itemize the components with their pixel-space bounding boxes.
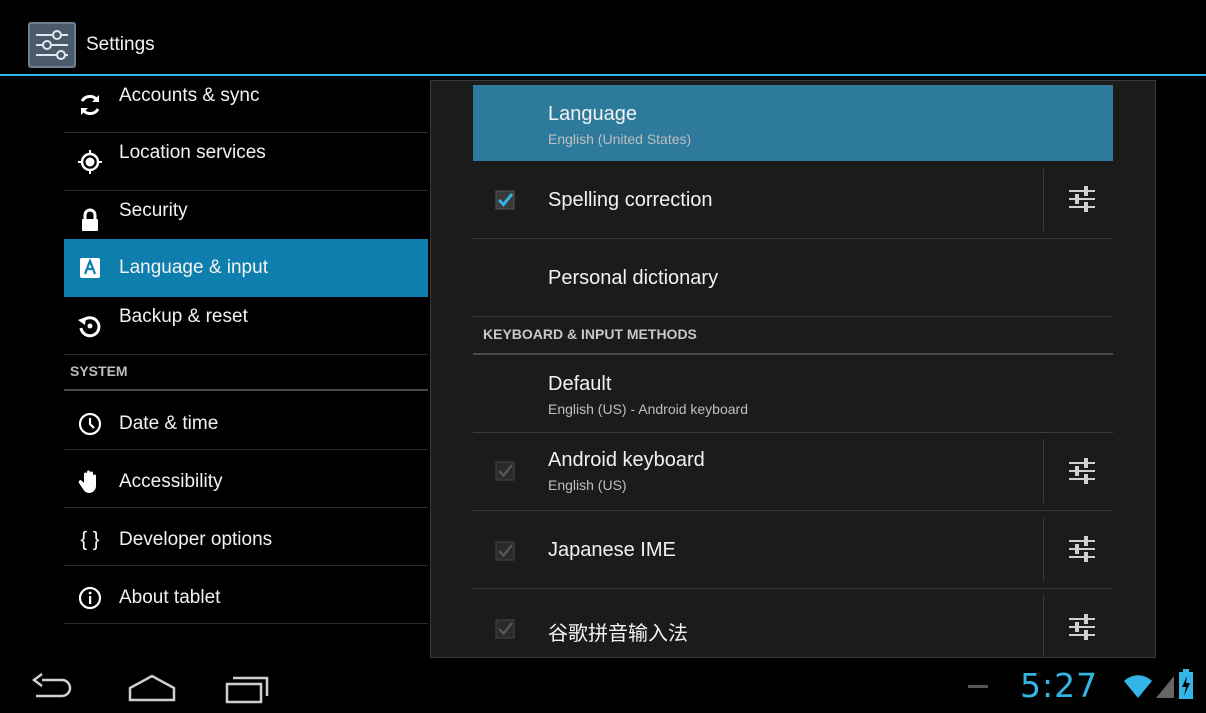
sidebar-item-accounts-sync[interactable]: Accounts & sync [64,76,428,133]
spelling-correction-preference[interactable]: Spelling correction [473,161,1113,239]
language-icon [76,239,104,297]
default-subtitle: English (US) - Android keyboard [548,401,748,417]
sidebar-item-label: About tablet [119,587,221,608]
sidebar-item-backup-reset[interactable]: Backup & reset [64,297,428,355]
language-preference[interactable]: Language English (United States) [473,85,1113,161]
default-keyboard-preference[interactable]: Default English (US) - Android keyboard [473,355,1113,433]
notification-dash [968,685,988,688]
section-header-system: SYSTEM [64,355,428,391]
back-button-icon[interactable] [22,670,82,706]
android-keyboard-subtitle: English (US) [548,477,627,493]
language-title: Language [548,103,637,125]
android-keyboard-preference[interactable]: Android keyboard English (US) [473,433,1113,511]
vertical-divider [1043,439,1044,503]
pinyin-ime-settings-icon[interactable] [1066,613,1098,641]
personal-dictionary-preference[interactable]: Personal dictionary [473,239,1113,317]
japanese-ime-title: Japanese IME [548,539,676,561]
sidebar-item-label: Developer options [119,529,273,550]
default-title: Default [548,373,612,395]
hand-icon [76,450,104,514]
spelling-correction-title: Spelling correction [548,189,713,211]
sidebar-item-developer-options[interactable]: { } Developer options [64,508,428,566]
spelling-correction-checkbox[interactable] [495,190,515,210]
clock-icon [76,391,104,457]
sidebar-item-label: Backup & reset [119,306,248,327]
sidebar-item-accessibility[interactable]: Accessibility [64,450,428,508]
sidebar-item-label: Date & time [119,413,219,434]
sidebar-item-date-time[interactable]: Date & time [64,391,428,450]
spelling-settings-icon[interactable] [1066,185,1098,213]
language-input-pane: Language English (United States) Spellin… [430,80,1156,658]
battery-charging-icon [1179,669,1193,699]
japanese-ime-preference[interactable]: Japanese IME [473,511,1113,589]
sidebar-item-label: Location services [119,142,266,163]
home-button-icon[interactable] [122,670,182,706]
recent-apps-button-icon[interactable] [215,670,275,706]
sidebar-item-label: Accounts & sync [119,85,260,106]
info-icon [76,566,104,630]
section-header-keyboard: KEYBOARD & INPUT METHODS [473,313,1113,355]
sidebar-item-label: Language & input [119,257,268,278]
japanese-ime-settings-icon[interactable] [1066,535,1098,563]
sidebar-item-label: Accessibility [119,471,223,492]
wifi-icon [1124,675,1152,698]
signal-icon [1156,676,1174,698]
braces-icon: { } [80,528,100,551]
location-icon [76,133,104,191]
vertical-divider [1043,595,1044,657]
pinyin-ime-checkbox[interactable] [495,619,515,639]
system-bar: 5:27 [0,660,1206,713]
sidebar-item-about-tablet[interactable]: About tablet [64,566,428,624]
vertical-divider [1043,169,1044,231]
android-keyboard-settings-icon[interactable] [1066,457,1098,485]
settings-headers-list: Accounts & sync Location services Securi… [64,76,428,636]
settings-app-icon[interactable] [28,22,76,68]
sidebar-item-language-input[interactable]: Language & input [64,239,428,297]
section-header-label: KEYBOARD & INPUT METHODS [483,326,697,342]
backup-icon [76,297,104,355]
android-keyboard-title: Android keyboard [548,449,705,471]
android-keyboard-checkbox[interactable] [495,461,515,481]
language-subtitle: English (United States) [548,131,692,147]
status-clock[interactable]: 5:27 [1020,666,1098,705]
personal-dictionary-title: Personal dictionary [548,267,719,289]
sidebar-item-label: Security [119,200,188,221]
section-header-label: SYSTEM [70,363,128,379]
action-bar: Settings [0,0,1206,76]
pinyin-ime-preference[interactable]: 谷歌拼音输入法 [473,589,1113,657]
sidebar-item-location-services[interactable]: Location services [64,133,428,191]
vertical-divider [1043,517,1044,581]
japanese-ime-checkbox[interactable] [495,541,515,561]
sync-icon [76,76,104,133]
pinyin-ime-title: 谷歌拼音输入法 [548,623,688,645]
app-title: Settings [86,34,155,55]
